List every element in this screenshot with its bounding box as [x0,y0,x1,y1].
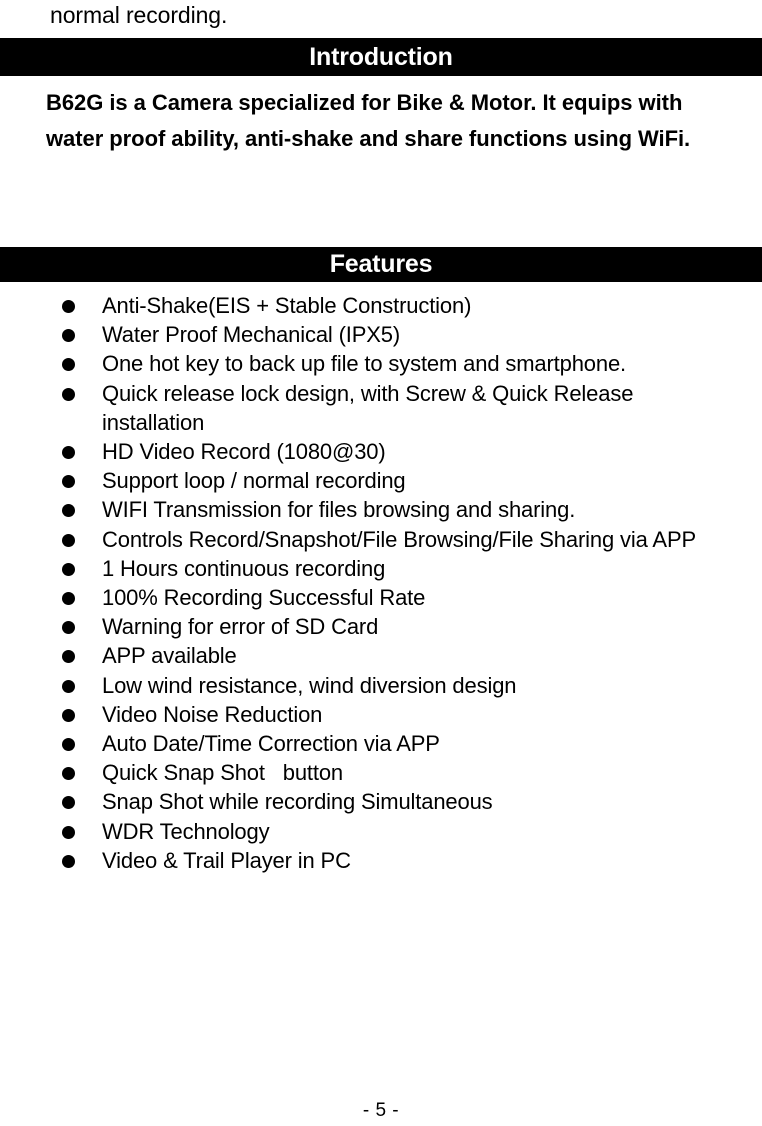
feature-list-item: Auto Date/Time Correction via APP [0,729,762,758]
feature-list-item-label: APP available [102,643,237,669]
filled-circle-bullet-icon [62,708,75,722]
filled-circle-bullet-icon [62,767,75,781]
section-heading-features-label: Features [329,250,433,278]
feature-list-item: Quick release lock design, with Screw & … [0,379,762,437]
feature-list-item: WDR Technology [0,817,762,846]
filled-circle-bullet-icon [62,533,75,547]
filled-circle-bullet-icon [62,592,75,606]
feature-list-item-label: Snap Shot while recording Simultaneous [102,789,493,815]
filled-circle-bullet-icon [62,854,75,868]
feature-list-item: Low wind resistance, wind diversion desi… [0,671,762,700]
feature-list-item-label: Water Proof Mechanical (IPX5) [102,322,401,348]
feature-list-item: Warning for error of SD Card [0,612,762,641]
filled-circle-bullet-icon [62,562,75,576]
filled-circle-bullet-icon [62,738,75,752]
feature-list-item: 100% Recording Successful Rate [0,583,762,612]
feature-list-item-label: Warning for error of SD Card [102,614,379,640]
filled-circle-bullet-icon [62,679,75,693]
section-heading-introduction-label: Introduction [309,42,453,71]
filled-circle-bullet-icon [62,329,75,343]
filled-circle-bullet-icon [62,475,75,489]
feature-list-item-label: WDR Technology [102,818,270,844]
filled-circle-bullet-icon [62,504,75,518]
feature-list-item: 1 Hours continuous recording [0,554,762,583]
filled-circle-bullet-icon [62,446,75,460]
feature-list-item-label: One hot key to back up file to system an… [102,351,627,377]
feature-list-item: APP available [0,641,762,670]
feature-list-item-label: Controls Record/Snapshot/File Browsing/F… [102,526,696,552]
feature-list-item-label: Low wind resistance, wind diversion desi… [102,672,517,698]
filled-circle-bullet-icon [62,650,75,664]
feature-list-item: Quick Snap Shot button [0,758,762,787]
document-page: normal recording. Introduction B62G is a… [0,0,762,1126]
feature-list-item: WIFI Transmission for files browsing and… [0,495,762,524]
feature-list-item: Snap Shot while recording Simultaneous [0,787,762,816]
filled-circle-bullet-icon [62,387,75,401]
section-heading-features: Features [0,247,762,282]
filled-circle-bullet-icon [62,796,75,810]
feature-list-item-label: 100% Recording Successful Rate [102,585,426,611]
feature-list-item: Video Noise Reduction [0,700,762,729]
feature-list-item-label: Anti-Shake(EIS + Stable Construction) [102,293,472,318]
filled-circle-bullet-icon [62,825,75,839]
feature-list-item: HD Video Record (1080@30) [0,437,762,466]
section-heading-introduction: Introduction [0,38,762,76]
feature-list-item: Support loop / normal recording [0,466,762,495]
feature-list-item-label: Quick Snap Shot button [102,760,343,786]
feature-list-item-label: 1 Hours continuous recording [102,555,386,581]
continuation-text: normal recording. [50,2,228,28]
feature-list-item-label: Support loop / normal recording [102,468,406,494]
feature-list-item: Water Proof Mechanical (IPX5) [0,320,762,349]
filled-circle-bullet-icon [62,300,75,313]
features-list: Anti-Shake(EIS + Stable Construction) Wat… [0,291,762,875]
filled-circle-bullet-icon [62,358,75,372]
feature-list-item-label: Auto Date/Time Correction via APP [102,731,440,757]
feature-list-item: Anti-Shake(EIS + Stable Construction) [0,291,762,320]
feature-list-item: Video & Trail Player in PC [0,846,762,875]
feature-list-item-label: Video Noise Reduction [102,701,323,727]
feature-list-item-label: Quick release lock design, with Screw & … [102,380,640,435]
filled-circle-bullet-icon [62,621,75,635]
feature-list-item: Controls Record/Snapshot/File Browsing/F… [0,525,762,554]
feature-list-item-label: HD Video Record (1080@30) [102,439,386,465]
feature-list-item-label: Video & Trail Player in PC [102,847,351,873]
feature-list-item-label: WIFI Transmission for files browsing and… [102,497,576,523]
introduction-paragraph: B62G is a Camera specialized for Bike & … [46,90,691,151]
feature-list-item: One hot key to back up file to system an… [0,349,762,378]
page-number-footer: - 5 - [362,1100,400,1121]
